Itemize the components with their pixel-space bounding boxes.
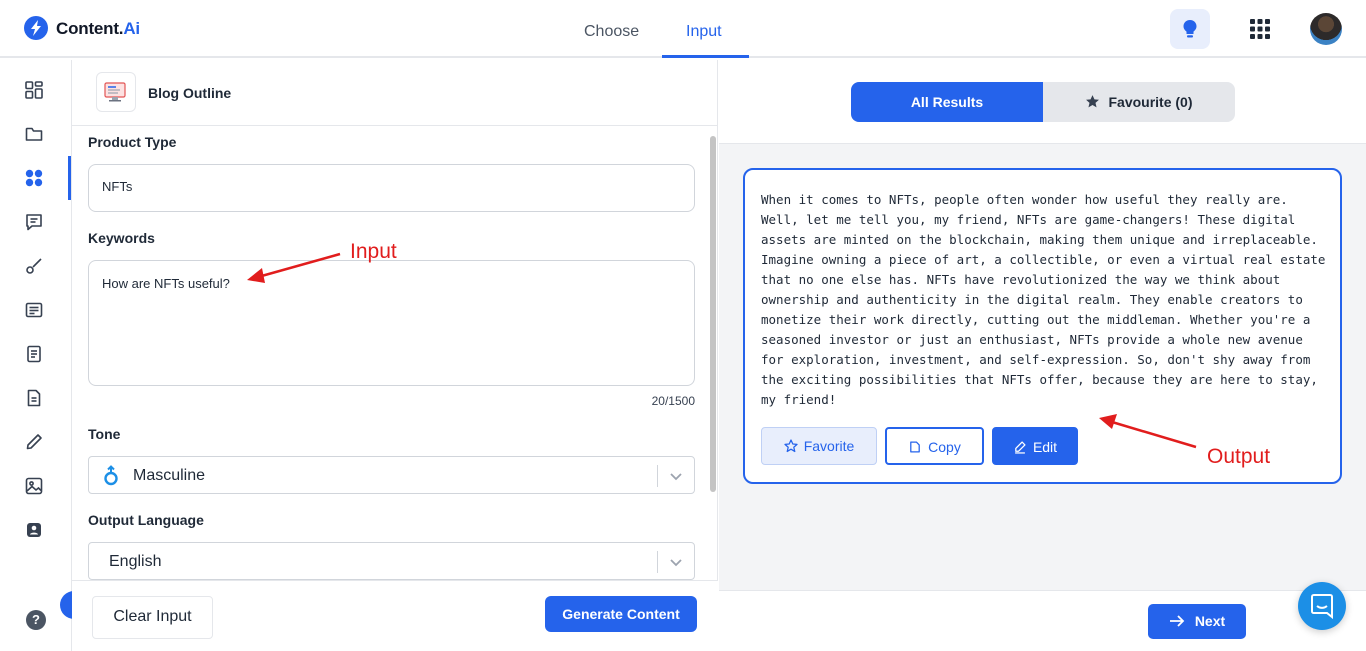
- output-arrow: [1099, 414, 1197, 449]
- input-arrow: [247, 252, 341, 283]
- input-annotation: Input: [350, 240, 397, 263]
- output-annotation: Output: [1207, 445, 1271, 468]
- annotation-overlay: [247, 252, 1197, 449]
